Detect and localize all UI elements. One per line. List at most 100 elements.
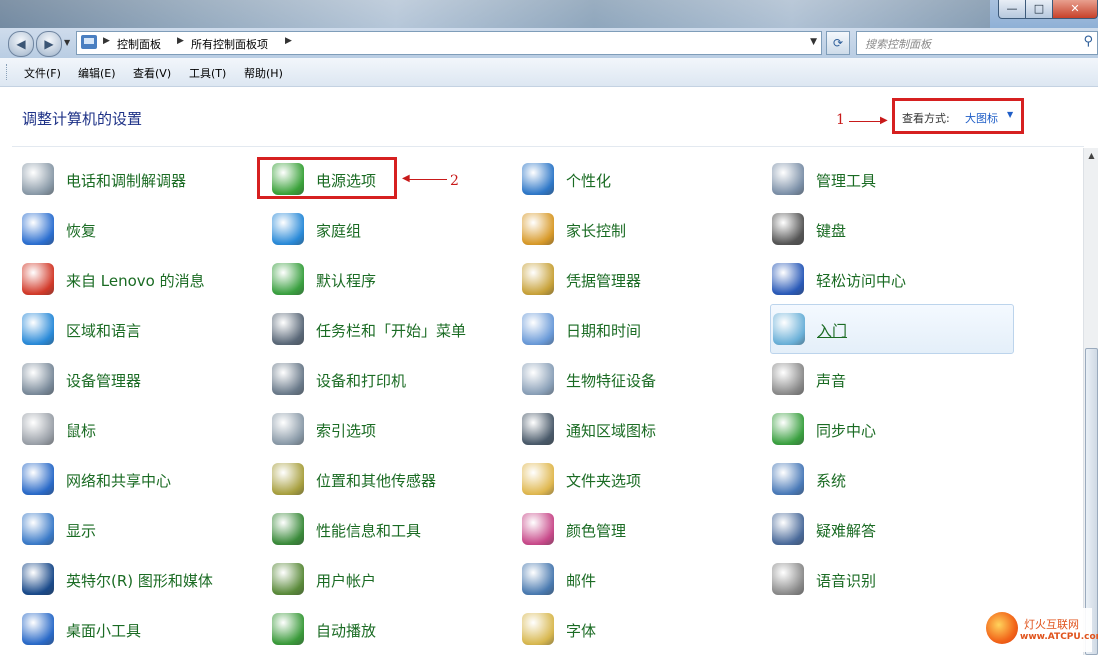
address-dropdown-icon[interactable]: ▼ [810,37,817,47]
gadgets-icon [22,613,54,645]
device-manager-icon [22,363,54,395]
menu-file[interactable]: 文件(F) [24,65,61,81]
control-panel-item[interactable]: 索引选项 [272,409,502,449]
control-panel-item[interactable]: 轻松访问中心 [772,259,1002,299]
control-panel-item[interactable]: 声音 [772,359,1002,399]
control-panel-item-label: 入门 [817,322,848,340]
getting-started-icon [773,313,805,345]
control-panel-item[interactable]: 电话和调制解调器 [22,159,252,199]
control-panel-item-label: 生物特征设备 [566,372,657,390]
control-panel-item-label: 性能信息和工具 [316,522,422,540]
recent-pages-dropdown[interactable]: ▼ [64,38,70,47]
breadcrumb-all-items[interactable]: 所有控制面板项 [191,36,268,52]
refresh-button[interactable]: ⟳ [826,31,850,55]
breadcrumb-control-panel[interactable]: 控制面板 [117,36,161,52]
control-panel-item[interactable]: 桌面小工具 [22,609,252,649]
search-input[interactable]: 搜索控制面板 ⚲ [856,31,1098,55]
control-panel-item[interactable]: 管理工具 [772,159,1002,199]
control-panel-item[interactable]: 设备和打印机 [272,359,502,399]
control-panel-item-label: 桌面小工具 [66,622,142,640]
control-panel-item[interactable]: 疑难解答 [772,509,1002,549]
control-panel-item[interactable]: 系统 [772,459,1002,499]
control-panel-item-label: 凭据管理器 [566,272,642,290]
control-panel-item-label: 用户帐户 [316,572,377,590]
control-panel-item[interactable]: 区域和语言 [22,309,252,349]
control-panel-item-label: 区域和语言 [66,322,142,340]
intel-graphics-icon [22,563,54,595]
control-panel-item[interactable]: 同步中心 [772,409,1002,449]
control-panel-item-label: 同步中心 [816,422,877,440]
fonts-icon [522,613,554,645]
breadcrumb-arrow-icon[interactable]: ▶ [285,36,292,46]
default-programs-icon [272,263,304,295]
minimize-button[interactable]: — [998,0,1026,19]
control-panel-item-label: 语音识别 [816,572,877,590]
forward-button[interactable]: ▶ [36,31,62,57]
back-button[interactable]: ◀ [8,31,34,57]
control-panel-item[interactable]: 生物特征设备 [522,359,752,399]
control-panel-item[interactable]: 默认程序 [272,259,502,299]
close-button[interactable]: ✕ [1052,0,1098,19]
control-panel-item[interactable]: 显示 [22,509,252,549]
address-bar[interactable]: ▶ 控制面板 ▶ 所有控制面板项 ▶ ▼ [76,31,822,55]
maximize-button[interactable]: □ [1025,0,1053,19]
control-panel-item[interactable]: 字体 [522,609,752,649]
user-accounts-icon [272,563,304,595]
view-by-value[interactable]: 大图标 [965,110,998,126]
menu-view[interactable]: 查看(V) [133,65,171,81]
parental-control-icon [522,213,554,245]
control-panel-item[interactable]: 键盘 [772,209,1002,249]
color-management-icon [522,513,554,545]
control-panel-item[interactable]: 自动播放 [272,609,502,649]
control-panel-item[interactable]: 位置和其他传感器 [272,459,502,499]
breadcrumb-arrow-icon[interactable]: ▶ [103,36,110,46]
control-panel-item[interactable]: 日期和时间 [522,309,752,349]
control-panel-icon [81,35,97,49]
control-panel-item[interactable]: 凭据管理器 [522,259,752,299]
taskbar-icon [272,313,304,345]
control-panel-item[interactable]: 个性化 [522,159,752,199]
speaker-icon [772,363,804,395]
control-panel-item-label: 设备管理器 [66,372,142,390]
control-panel-item-label: 默认程序 [316,272,377,290]
control-panel-item[interactable]: 语音识别 [772,559,1002,599]
control-panel-item[interactable]: 通知区域图标 [522,409,752,449]
control-panel-item-label: 英特尔(R) 图形和媒体 [66,572,213,590]
control-panel-item[interactable]: 鼠标 [22,409,252,449]
control-panel-item[interactable]: 家长控制 [522,209,752,249]
vertical-scrollbar[interactable]: ▲ [1083,148,1098,655]
control-panel-item-label: 系统 [816,472,847,490]
scroll-up-arrow-icon[interactable]: ▲ [1084,148,1098,164]
control-panel-item[interactable]: 颜色管理 [522,509,752,549]
search-placeholder: 搜索控制面板 [865,38,931,51]
search-icon[interactable]: ⚲ [1083,34,1093,49]
control-panel-item[interactable]: 文件夹选项 [522,459,752,499]
performance-icon [272,513,304,545]
control-panel-item[interactable]: 邮件 [522,559,752,599]
control-panel-item[interactable]: 入门 [770,304,1014,354]
control-panel-item[interactable]: 设备管理器 [22,359,252,399]
control-panel-item[interactable]: 来自 Lenovo 的消息 [22,259,252,299]
control-panel-item[interactable]: 任务栏和「开始」菜单 [272,309,502,349]
control-panel-item[interactable]: 英特尔(R) 图形和媒体 [22,559,252,599]
control-panel-item[interactable]: 用户帐户 [272,559,502,599]
watermark-text-cn: 灯火互联网 [1024,618,1079,631]
region-language-icon [22,313,54,345]
control-panel-item-label: 家庭组 [316,222,362,240]
view-by-selector[interactable]: 查看方式: 大图标 ▼ [892,98,1024,134]
annotation-number-2: 2 [450,173,459,189]
menu-help[interactable]: 帮助(H) [244,65,283,81]
breadcrumb-arrow-icon[interactable]: ▶ [177,36,184,46]
system-icon [772,463,804,495]
chevron-down-icon[interactable]: ▼ [1007,110,1013,119]
control-panel-item[interactable]: 性能信息和工具 [272,509,502,549]
menu-tools[interactable]: 工具(T) [189,65,226,81]
control-panel-item[interactable]: 家庭组 [272,209,502,249]
menu-edit[interactable]: 编辑(E) [78,65,116,81]
control-panel-item[interactable]: 恢复 [22,209,252,249]
control-panel-item-label: 鼠标 [66,422,97,440]
watermark-logo-icon [986,612,1018,644]
control-panel-item-label: 位置和其他传感器 [316,472,437,490]
homegroup-icon [272,213,304,245]
control-panel-item[interactable]: 网络和共享中心 [22,459,252,499]
